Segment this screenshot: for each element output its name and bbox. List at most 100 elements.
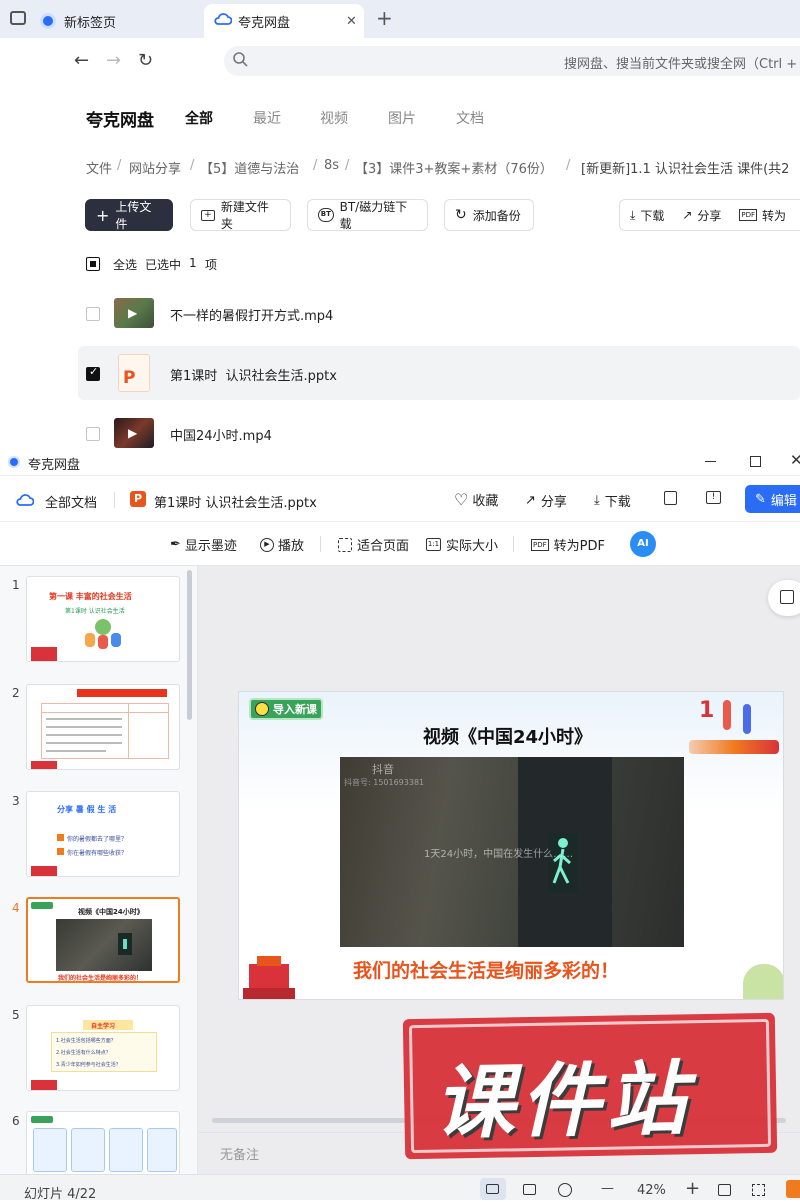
browser-logo-icon <box>40 13 56 29</box>
reload-icon[interactable]: ↻ <box>138 50 153 71</box>
video-id: 抖音号: 1501693381 <box>344 778 425 787</box>
row-checkbox[interactable] <box>86 307 100 321</box>
forward-arrow-icon[interactable]: → <box>106 50 121 71</box>
zoom-in-button[interactable]: + <box>685 1178 700 1199</box>
slide-thumbnail-panel[interactable]: 1 第一课 丰富的社会生活 第1课时 认识社会生活 2 3 分享 暑 假 生 活… <box>0 566 198 1174</box>
thumb-line: 3.青少年如何参与社会生活？ <box>56 1062 121 1068</box>
ink-icon: ✒ <box>170 537 181 552</box>
zoom-out-button[interactable]: — <box>601 1181 614 1196</box>
slide-thumbnail[interactable] <box>26 684 180 770</box>
thumb-card <box>71 1128 105 1172</box>
tab-image[interactable]: 图片 <box>388 108 416 128</box>
collect-button[interactable]: ♡ 收藏 <box>454 490 498 509</box>
thumb-title: 视频《中国24小时》 <box>78 908 144 916</box>
share-icon: ↗ <box>682 208 693 222</box>
viewer-toolbar: ✒ 显示墨迹 ▶ 播放 适合页面 1:1 实际大小 PDF 转为PDF AI <box>0 522 800 566</box>
check-icon: ✓ <box>89 365 99 378</box>
breadcrumb-item[interactable]: 网站分享 <box>129 158 181 177</box>
tab-all[interactable]: 全部 <box>185 108 213 128</box>
notes-text[interactable]: 无备注 <box>220 1144 259 1163</box>
row-checkbox[interactable] <box>86 427 100 441</box>
window-title: 夸克网盘 <box>28 458 81 473</box>
slide-thumbnail[interactable]: 自主学习 1.社会生活包括哪些方面？ 2.社会生活有什么特点？ 3.青少年如何参… <box>26 1005 180 1091</box>
normal-view-icon[interactable] <box>480 1178 506 1200</box>
tab-quark-drive[interactable]: 夸克网盘 ✕ <box>204 4 364 38</box>
row-checkbox[interactable]: ✓ <box>86 365 100 381</box>
pptx-icon: P <box>130 491 146 507</box>
new-tab-button[interactable]: + <box>376 6 393 30</box>
thumb-video <box>56 919 152 971</box>
download-button[interactable]: ⤓ 下载 <box>630 207 664 224</box>
fit-window-icon[interactable] <box>718 1184 731 1196</box>
actual-size-button[interactable]: 1:1 实际大小 <box>426 535 498 554</box>
close-tab-icon[interactable]: ✕ <box>346 14 357 29</box>
ai-assistant-button[interactable]: AI <box>630 531 656 557</box>
watermark-stamp: 课件站 <box>402 1012 778 1160</box>
slide-thumbnail[interactable]: 第一课 丰富的社会生活 第1课时 认识社会生活 <box>26 576 180 662</box>
selected-unit: 项 <box>205 258 218 272</box>
slide-thumbnail[interactable] <box>26 1111 180 1174</box>
tiananmen-decoration <box>239 954 299 999</box>
slide-number: 5 <box>12 1008 20 1022</box>
watermark-text: 课件站 <box>433 1052 694 1150</box>
new-folder-button[interactable]: + 新建文件夹 <box>190 199 291 231</box>
fullscreen-icon[interactable] <box>752 1184 765 1196</box>
open-external-icon[interactable] <box>664 491 677 505</box>
slide-thumbnail-selected[interactable]: 视频《中国24小时》 我们的社会生活是绚丽多彩的！ <box>26 897 180 983</box>
back-arrow-icon[interactable]: ← <box>74 50 89 71</box>
tab-list-icon[interactable] <box>10 11 26 25</box>
fit-page-button[interactable]: 适合页面 <box>338 535 409 554</box>
pencil-icon: ✎ <box>755 491 766 507</box>
thumb-line: 2.社会生活有什么特点？ <box>56 1050 111 1056</box>
select-all-label[interactable]: 全选 <box>113 256 137 273</box>
upload-button[interactable]: + 上传文件 <box>85 199 173 231</box>
share-button[interactable]: ↗ 分享 <box>682 207 721 224</box>
breadcrumb-separator: / <box>313 158 318 173</box>
show-ink-button[interactable]: ✒ 显示墨迹 <box>170 535 237 554</box>
add-backup-button[interactable]: ↻ 添加备份 <box>444 199 534 231</box>
slide-sorter-icon[interactable] <box>523 1184 536 1195</box>
tab-document[interactable]: 文档 <box>456 108 484 128</box>
breadcrumb-item[interactable]: 【5】道德与法治 <box>200 158 299 177</box>
download-icon: ⤓ <box>594 493 600 508</box>
slideshow-icon[interactable] <box>786 1180 800 1198</box>
share-icon: ↗ <box>525 493 536 508</box>
select-all-checkbox[interactable] <box>86 257 100 271</box>
all-documents-link[interactable]: 全部文档 <box>45 492 97 511</box>
minimize-icon[interactable] <box>705 461 716 462</box>
current-slide: 导入新课 视频《中国24小时》 抖音 抖音号: 1501693381 1天24小… <box>238 691 784 1000</box>
tiananmen-decoration <box>31 647 57 661</box>
thumb-title: 分享 暑 假 生 活 <box>57 805 117 814</box>
bt-download-button[interactable]: BT BT/磁力链下载 <box>307 199 428 231</box>
close-window-icon[interactable]: ✕ <box>790 451 800 469</box>
file-name[interactable]: 第1课时 认识社会生活.pptx <box>170 365 337 384</box>
slide-thumbnail[interactable]: 分享 暑 假 生 活 你的暑假都去了哪里？ 你在暑假有哪些收获？ <box>26 791 180 877</box>
download-button[interactable]: ⤓ 下载 <box>594 491 631 510</box>
pdf-icon: PDF <box>739 209 758 221</box>
heart-icon: ♡ <box>454 490 469 509</box>
address-input[interactable]: 搜网盘、搜当前文件夹或搜全网（Ctrl + F <box>224 46 800 76</box>
tab-recent[interactable]: 最近 <box>253 108 281 128</box>
maximize-icon[interactable] <box>750 456 761 467</box>
breadcrumb-item[interactable]: 文件 <box>86 158 112 177</box>
scrollbar[interactable] <box>187 570 192 720</box>
breadcrumb-item[interactable]: 8s <box>324 158 339 173</box>
zoom-level[interactable]: 42% <box>637 1183 666 1198</box>
file-name[interactable]: 不一样的暑假打开方式.mp4 <box>170 305 333 324</box>
share-button[interactable]: ↗ 分享 <box>525 491 567 510</box>
tab-video[interactable]: 视频 <box>320 108 348 128</box>
side-tool-button[interactable] <box>768 580 800 616</box>
convert-pdf-button[interactable]: PDF 转为 <box>739 207 786 224</box>
file-name[interactable]: 中国24小时.mp4 <box>170 425 272 444</box>
tab-new-tab[interactable]: 新标签页 <box>40 4 200 38</box>
thumb-card <box>33 1128 67 1172</box>
breadcrumb-item[interactable]: 【3】课件3+教案+素材（76份） <box>355 158 553 177</box>
edit-button[interactable]: ✎ 编辑 <box>745 485 800 513</box>
feedback-icon[interactable]: ! <box>706 491 721 504</box>
actual-size-icon: 1:1 <box>426 538 441 551</box>
folder-plus-icon: + <box>201 209 215 221</box>
play-button[interactable]: ▶ 播放 <box>260 535 304 554</box>
web-view-icon[interactable] <box>558 1183 572 1197</box>
convert-pdf-button[interactable]: PDF 转为PDF <box>531 535 605 554</box>
divider <box>320 536 321 552</box>
